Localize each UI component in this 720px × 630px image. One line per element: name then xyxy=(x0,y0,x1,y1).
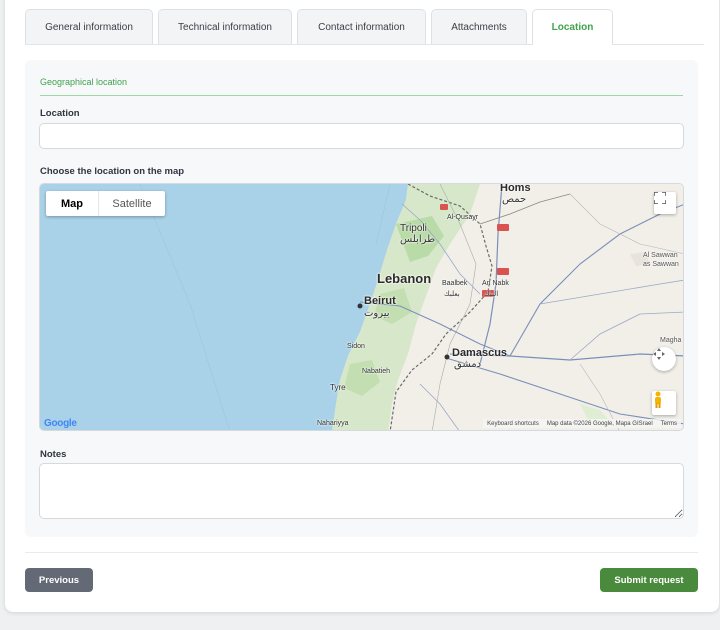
map-canvas[interactable] xyxy=(40,184,684,431)
map-label-as-sawwan: as Sawwan xyxy=(643,261,679,268)
section-title: Geographical location xyxy=(40,77,128,87)
terms-link[interactable]: Terms xyxy=(661,421,677,427)
location-label: Location xyxy=(40,108,80,119)
google-logo-text: Google xyxy=(44,418,77,429)
tab-bar: General information Technical informatio… xyxy=(25,9,704,45)
map-label-al-sawwan: Al Sawwan xyxy=(643,252,678,259)
previous-button[interactable]: Previous xyxy=(25,568,93,592)
map-label-an-nabk: An Nabk xyxy=(482,280,509,287)
map-label-baalbek-ar: بعلبك xyxy=(444,291,460,298)
google-logo: Google xyxy=(44,418,77,429)
map-label-lebanon: Lebanon xyxy=(377,271,432,286)
map-data-credit: Map data ©2026 Google, Mapa GISrael xyxy=(546,420,653,427)
map-label-beirut-ar: بيروت xyxy=(364,308,390,319)
tab-attachments[interactable]: Attachments xyxy=(431,9,527,45)
notes-textarea[interactable] xyxy=(39,463,684,519)
map-type-satellite-button[interactable]: Satellite xyxy=(98,191,165,216)
section-divider xyxy=(40,95,683,96)
tab-technical-information[interactable]: Technical information xyxy=(158,9,292,45)
map-label-magha: Magha xyxy=(660,337,682,344)
map-footer: Google Keyboard shortcuts Map data ©2026… xyxy=(40,417,683,430)
location-map[interactable]: Map Satellite Homs حمص Al-Qusayr Tripoli… xyxy=(39,183,684,431)
map-label-tripoli: Tripoli xyxy=(400,223,427,234)
map-label-homs: Homs xyxy=(500,183,531,194)
map-label-nabatieh: Nabatieh xyxy=(362,368,391,375)
fullscreen-icon[interactable] xyxy=(654,192,676,214)
submit-request-button[interactable]: Submit request xyxy=(600,568,698,592)
map-type-map-button[interactable]: Map xyxy=(46,191,98,216)
tab-general-information[interactable]: General information xyxy=(25,9,153,45)
footer-divider xyxy=(25,552,698,553)
map-attribution: Keyboard shortcuts Map data ©2026 Google… xyxy=(483,419,681,428)
map-label-baalbek: Baalbek xyxy=(442,280,468,287)
location-panel: Geographical location Location Choose th… xyxy=(25,60,698,537)
map-label-tripoli-ar: طرابلس xyxy=(400,234,436,245)
map-label-tyre: Tyre xyxy=(330,383,346,392)
map-label-damascus: Damascus xyxy=(452,347,508,359)
tab-contact-information[interactable]: Contact information xyxy=(297,9,426,45)
map-label-homs-ar: حمص xyxy=(502,194,527,205)
map-label-sidon: Sidon xyxy=(347,343,365,350)
map-label-beirut: Beirut xyxy=(364,295,396,307)
keyboard-shortcuts-link[interactable]: Keyboard shortcuts xyxy=(487,421,539,427)
tab-location[interactable]: Location xyxy=(532,9,613,45)
map-label-al-qusayr: Al-Qusayr xyxy=(447,214,479,221)
map-label: Choose the location on the map xyxy=(40,166,185,177)
notes-label: Notes xyxy=(40,449,67,460)
map-label-an-nabk-ar: النبك xyxy=(484,291,499,298)
map-type-control: Map Satellite xyxy=(46,191,165,216)
location-input[interactable] xyxy=(39,123,684,149)
map-label-damascus-ar: دمشق xyxy=(454,359,482,370)
camera-control-icon[interactable] xyxy=(652,347,676,371)
pegman-icon[interactable] xyxy=(652,391,676,415)
